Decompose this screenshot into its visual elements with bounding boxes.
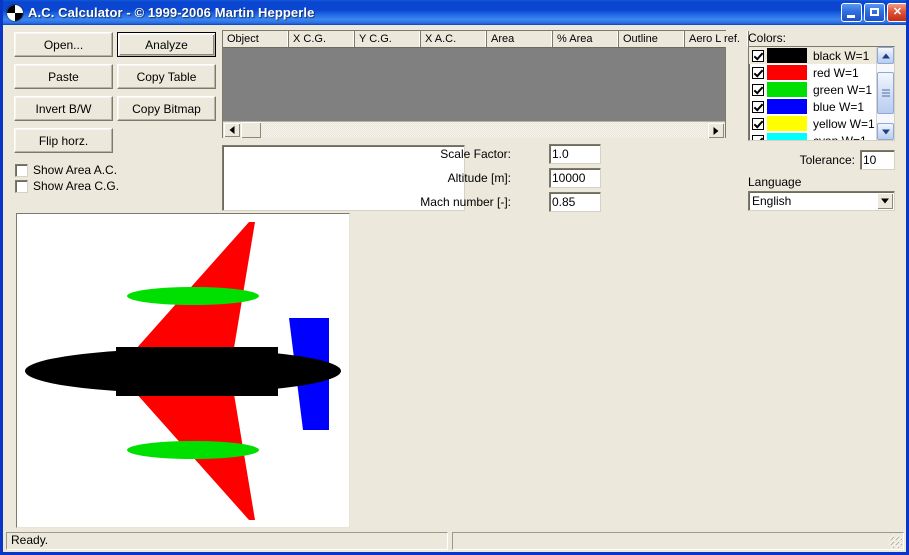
color-item-label: red W=1 [813, 65, 859, 80]
color-item-label: green W=1 [813, 82, 873, 97]
color-swatch [767, 116, 807, 131]
colors-vertical-scrollbar[interactable] [876, 47, 894, 140]
table-column-header[interactable]: Area [487, 31, 553, 47]
close-icon: ✕ [892, 6, 903, 18]
paste-button[interactable]: Paste [14, 64, 113, 89]
minimize-button[interactable] [841, 3, 862, 22]
scroll-down-icon[interactable] [877, 123, 894, 140]
table-column-header[interactable]: X A.C. [421, 31, 487, 47]
table-body[interactable] [223, 48, 725, 121]
fuselage-center-box [116, 347, 278, 396]
scrollbar-track[interactable] [877, 64, 894, 123]
color-enabled-checkbox[interactable] [752, 83, 764, 96]
copy-bitmap-button[interactable]: Copy Bitmap [117, 96, 216, 121]
scrollbar-track[interactable] [261, 122, 725, 138]
altitude-input[interactable]: 10000 [549, 168, 601, 188]
color-item-label: yellow W=1 [813, 116, 875, 131]
mach-number-input[interactable]: 0.85 [549, 192, 601, 212]
scrollbar-thumb[interactable] [241, 122, 261, 138]
color-item-label: cyan W=1 [813, 134, 867, 141]
color-enabled-checkbox[interactable] [752, 117, 764, 130]
color-list-item[interactable]: green W=1 [749, 81, 876, 98]
nacelle-lower [127, 441, 259, 459]
show-area-cg-checkbox[interactable]: Show Area C.G. [15, 179, 119, 193]
table-header-row: Object X C.G. Y C.G. X A.C. Area% Area Outlin… [223, 31, 749, 48]
color-list-item[interactable]: red W=1 [749, 64, 876, 81]
close-button[interactable]: ✕ [887, 3, 906, 22]
copy-bitmap-button-label: Copy Bitmap [132, 101, 201, 116]
color-enabled-checkbox[interactable] [752, 134, 764, 140]
color-list-item[interactable]: black W=1 [749, 47, 876, 64]
chevron-down-icon[interactable] [877, 193, 893, 209]
color-list-item[interactable]: yellow W=1 [749, 115, 876, 132]
colors-list[interactable]: black W=1 red W=1 green W=1 blue W=1 yellow … [749, 47, 876, 140]
analyze-button[interactable]: Analyze [117, 32, 216, 57]
aircraft-planform-preview[interactable] [16, 213, 350, 528]
open-button-label: Open... [43, 37, 84, 52]
tolerance-input[interactable]: 10 [860, 150, 895, 170]
show-area-cg-label: Show Area C.G. [33, 179, 120, 193]
analyze-button-label: Analyze [145, 37, 188, 52]
invert-bw-button[interactable]: Invert B/W [14, 96, 113, 121]
aircraft-planform-svg [17, 214, 349, 527]
colors-group-label: Colors: [748, 31, 787, 45]
mach-number-label: Mach number [-]: [420, 195, 511, 209]
language-selected-value: English [752, 194, 792, 208]
color-list-item[interactable]: cyan W=1 [749, 132, 876, 140]
title-bar: A.C. Calculator - © 1999-2006 Martin Hep… [3, 0, 906, 25]
status-bar: Ready. [3, 530, 906, 552]
status-message: Ready. [6, 532, 448, 550]
colors-listbox[interactable]: black W=1 red W=1 green W=1 blue W=1 yellow … [748, 46, 895, 141]
scrollbar-thumb[interactable] [877, 72, 894, 114]
show-area-ac-label: Show Area A.C. [33, 163, 118, 177]
table-column-header[interactable]: Aero L ref. [685, 31, 749, 47]
results-table[interactable]: Object X C.G. Y C.G. X A.C. Area% Area Outlin… [222, 30, 749, 139]
table-column-header[interactable]: Outline [619, 31, 685, 47]
invert-bw-button-label: Invert B/W [35, 101, 92, 116]
table-column-header[interactable]: % Area [553, 31, 619, 47]
color-swatch [767, 133, 807, 140]
status-secondary-panel [452, 532, 904, 550]
color-item-label: black W=1 [813, 48, 870, 63]
color-swatch [767, 65, 807, 80]
maximize-button[interactable] [864, 3, 885, 22]
scale-factor-label: Scale Factor: [440, 147, 511, 161]
window-controls: ✕ [841, 3, 906, 22]
propeller-circle-icon [7, 4, 23, 21]
window-title: A.C. Calculator - © 1999-2006 Martin Hep… [28, 5, 315, 20]
flip-horz-button[interactable]: Flip horz. [14, 128, 113, 153]
color-item-label: blue W=1 [813, 99, 865, 114]
tolerance-label: Tolerance: [799, 153, 855, 167]
color-swatch [767, 99, 807, 114]
table-column-header[interactable]: Y C.G. [355, 31, 421, 47]
color-swatch [767, 48, 807, 63]
language-label: Language [748, 175, 802, 189]
copy-table-button-label: Copy Table [136, 69, 197, 84]
scale-factor-input[interactable]: 1.0 [549, 144, 601, 164]
app-window: A.C. Calculator - © 1999-2006 Martin Hep… [0, 0, 909, 555]
show-area-ac-checkbox[interactable]: Show Area A.C. [15, 163, 117, 177]
scroll-left-icon[interactable] [223, 122, 241, 138]
table-column-header[interactable]: Object [223, 31, 289, 47]
color-enabled-checkbox[interactable] [752, 49, 764, 62]
color-enabled-checkbox[interactable] [752, 66, 764, 79]
language-select[interactable]: English [748, 191, 895, 211]
table-column-header[interactable]: X C.G. [289, 31, 355, 47]
resize-grip-icon[interactable] [889, 535, 902, 548]
open-button[interactable]: Open... [14, 32, 113, 57]
table-horizontal-scrollbar[interactable] [223, 121, 725, 139]
altitude-label: Altitude [m]: [447, 171, 511, 185]
scroll-right-icon[interactable] [707, 122, 725, 139]
color-enabled-checkbox[interactable] [752, 100, 764, 113]
nacelle-upper [127, 287, 259, 305]
copy-table-button[interactable]: Copy Table [117, 64, 216, 89]
checkbox-box [15, 163, 28, 177]
color-list-item[interactable]: blue W=1 [749, 98, 876, 115]
scroll-up-icon[interactable] [877, 47, 894, 64]
flip-horz-button-label: Flip horz. [38, 133, 89, 148]
color-swatch [767, 82, 807, 97]
paste-button-label: Paste [48, 69, 79, 84]
checkbox-box [15, 179, 28, 193]
